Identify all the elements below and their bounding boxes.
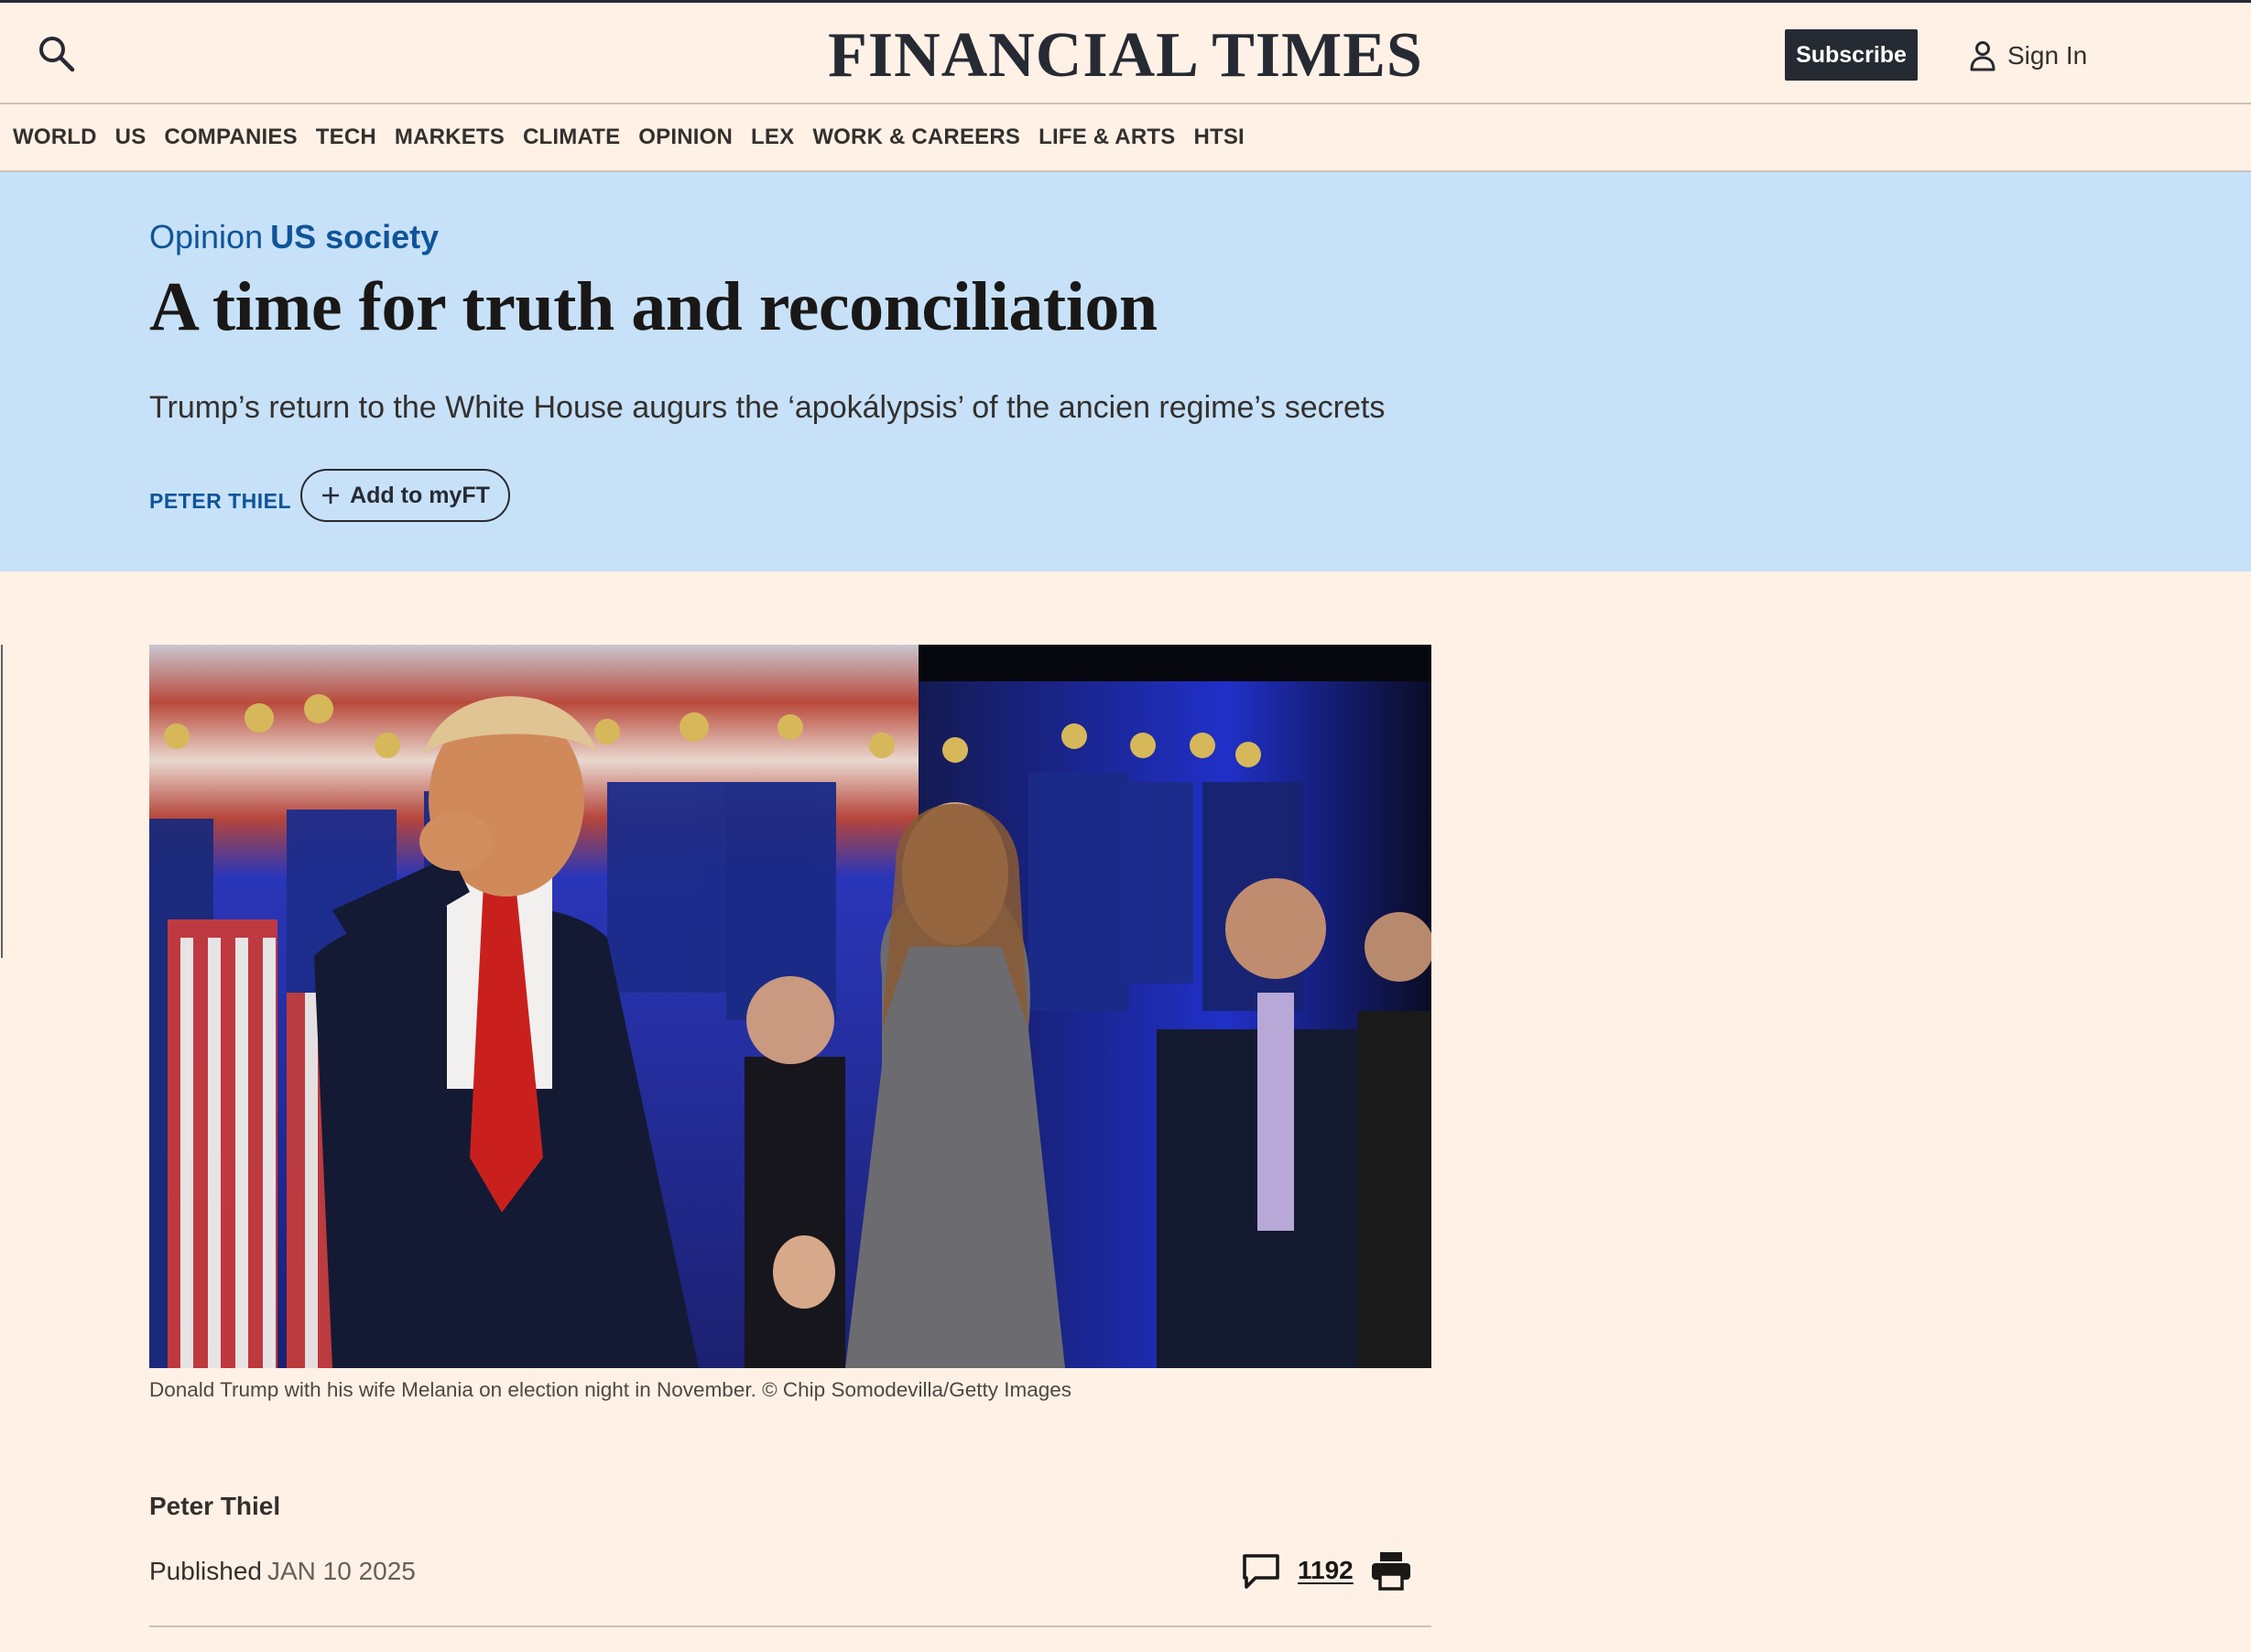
search-icon bbox=[39, 37, 75, 72]
add-to-myft-button[interactable]: Add to myFT bbox=[300, 469, 510, 522]
nav-item-life-arts[interactable]: LIFE & ARTS bbox=[1039, 125, 1175, 150]
add-to-myft-label: Add to myFT bbox=[350, 482, 490, 508]
site-header: FINANCIAL TIMES Subscribe Sign In bbox=[0, 0, 2251, 104]
left-edge-rail bbox=[0, 645, 3, 958]
nav-item-work-careers[interactable]: WORK & CAREERS bbox=[812, 125, 1020, 150]
comment-count-link[interactable]: 1192 bbox=[1298, 1556, 1354, 1585]
nav-item-world[interactable]: WORLD bbox=[13, 125, 97, 150]
author-tag-link[interactable]: PETER THIEL bbox=[149, 489, 291, 514]
nav-item-lex[interactable]: LEX bbox=[751, 125, 794, 150]
image-caption: Donald Trump with his wife Melania on el… bbox=[149, 1378, 1072, 1401]
published-date-value: JAN 10 2025 bbox=[266, 1557, 416, 1585]
nav-item-tech[interactable]: TECH bbox=[316, 125, 376, 150]
nav-item-opinion[interactable]: OPINION bbox=[638, 125, 733, 150]
article-main-image bbox=[149, 645, 1431, 1368]
subscribe-button[interactable]: Subscribe bbox=[1785, 29, 1918, 81]
search-button[interactable] bbox=[37, 34, 77, 74]
article-tools: 1192 bbox=[1241, 1548, 1412, 1593]
topic-link[interactable]: US society bbox=[270, 218, 439, 255]
content-divider bbox=[149, 1625, 1431, 1627]
nav-item-climate[interactable]: CLIMATE bbox=[523, 125, 620, 150]
nav-item-companies[interactable]: COMPANIES bbox=[164, 125, 297, 150]
nav-item-htsi[interactable]: HTSI bbox=[1193, 125, 1244, 150]
user-icon bbox=[1970, 41, 1995, 71]
published-label: Published bbox=[149, 1557, 262, 1585]
comment-icon[interactable] bbox=[1241, 1550, 1281, 1591]
print-icon[interactable] bbox=[1370, 1550, 1412, 1591]
sign-in-button[interactable]: Sign In bbox=[1969, 36, 2087, 76]
main-nav: WORLD US COMPANIES TECH MARKETS CLIMATE … bbox=[0, 104, 2251, 172]
nav-item-markets[interactable]: MARKETS bbox=[395, 125, 505, 150]
article-kicker: Opinion US society bbox=[149, 218, 439, 256]
masthead-logo[interactable]: FINANCIAL TIMES bbox=[828, 20, 1423, 91]
article-byline[interactable]: Peter Thiel bbox=[149, 1492, 280, 1521]
sign-in-label: Sign In bbox=[2007, 41, 2088, 70]
section-link[interactable]: Opinion bbox=[149, 218, 263, 255]
article-standfirst: Trump’s return to the White House augurs… bbox=[149, 390, 1386, 425]
article-hero: Opinion US society A time for truth and r… bbox=[0, 172, 2251, 571]
article-headline: A time for truth and reconciliation bbox=[149, 268, 1158, 345]
published-date: Published JAN 10 2025 bbox=[149, 1557, 416, 1586]
plus-icon bbox=[322, 487, 340, 504]
nav-item-us[interactable]: US bbox=[115, 125, 147, 150]
